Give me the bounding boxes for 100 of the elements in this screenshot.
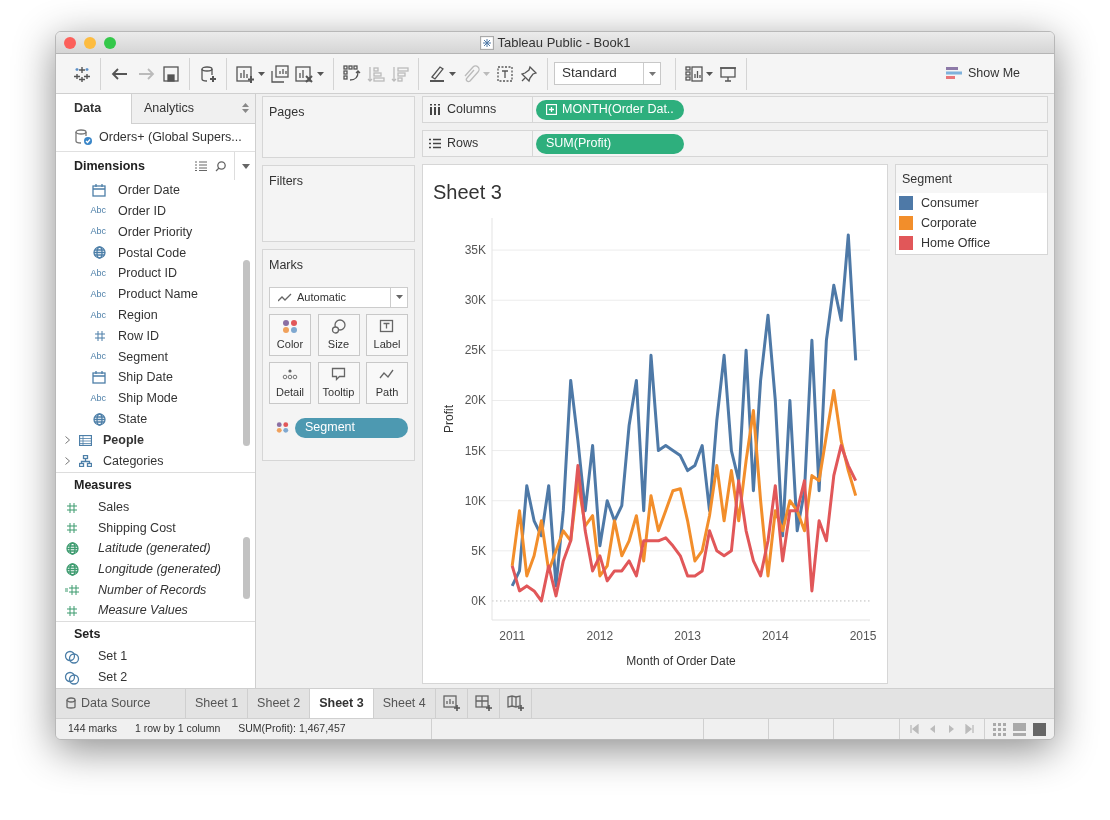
table-icon bbox=[78, 434, 92, 446]
shelf-title: Pages bbox=[269, 105, 305, 119]
detail-button[interactable]: Detail bbox=[269, 361, 311, 404]
scrollbar-thumb[interactable] bbox=[243, 260, 250, 446]
field-name[interactable]: Order ID bbox=[118, 201, 166, 221]
fit-dropdown[interactable]: Standard bbox=[554, 62, 661, 85]
pages-shelf[interactable]: Pages bbox=[262, 96, 415, 158]
caret-icon bbox=[258, 71, 265, 76]
number-sign-icon bbox=[66, 501, 78, 514]
scrollbar-thumb[interactable] bbox=[243, 537, 250, 600]
set-name[interactable]: Set 1 bbox=[98, 647, 128, 667]
field-name[interactable]: Row ID bbox=[118, 326, 159, 346]
section-heading: Sets bbox=[74, 625, 101, 643]
globe-icon bbox=[65, 542, 79, 556]
database-plus-icon bbox=[199, 64, 217, 83]
field-name[interactable]: Sales bbox=[98, 498, 130, 517]
path-button[interactable]: Path bbox=[366, 361, 408, 404]
cards-icon bbox=[685, 64, 703, 83]
field-name[interactable]: Postal Code bbox=[118, 243, 187, 263]
datasource-name[interactable]: Orders+ (Global Supers... bbox=[99, 128, 242, 147]
legend-title: Segment bbox=[902, 170, 953, 188]
field-name[interactable]: Order Priority bbox=[118, 222, 193, 242]
data-type-label: Abc bbox=[90, 225, 106, 239]
field-name[interactable]: Segment bbox=[118, 347, 169, 367]
field-name[interactable]: Number of Records bbox=[98, 580, 207, 600]
duplicate-chart-icon bbox=[271, 64, 289, 83]
field-name[interactable]: Region bbox=[118, 306, 158, 325]
show-me-icon bbox=[945, 66, 962, 81]
expand-box-icon bbox=[546, 104, 557, 115]
axis-tick-label: 2015 bbox=[849, 629, 877, 643]
globe-icon bbox=[65, 562, 79, 576]
caret-icon bbox=[449, 71, 456, 76]
field-name[interactable]: State bbox=[118, 410, 148, 429]
grid-view-icon[interactable] bbox=[993, 722, 1006, 736]
caret-icon bbox=[317, 71, 324, 76]
axis-title: Month of Order Date bbox=[626, 654, 736, 668]
axis-tick-label: 0K bbox=[471, 593, 486, 608]
color-button[interactable]: Color bbox=[269, 313, 311, 356]
field-name[interactable]: Categories bbox=[103, 451, 164, 471]
axis-tick-label: 15K bbox=[464, 443, 486, 458]
field-name[interactable]: Ship Date bbox=[118, 368, 173, 388]
label-button[interactable]: Label bbox=[366, 313, 408, 356]
axis-title: Profit bbox=[442, 405, 456, 433]
show-me-button[interactable]: Show Me bbox=[939, 63, 1026, 84]
field-name[interactable]: Order Date bbox=[118, 181, 180, 200]
axis-tick-label: 2013 bbox=[674, 629, 701, 643]
rows-icon bbox=[429, 138, 441, 149]
paperclip-icon bbox=[462, 64, 480, 83]
axis-tick-label: 20K bbox=[464, 393, 486, 408]
caret-icon bbox=[649, 71, 656, 76]
field-name[interactable]: Ship Mode bbox=[118, 389, 178, 409]
field-name[interactable]: Shipping Cost bbox=[98, 518, 176, 538]
size-circles-icon bbox=[330, 318, 347, 334]
filters-shelf[interactable]: Filters bbox=[262, 165, 415, 242]
axis-tick-label: 35K bbox=[464, 243, 486, 258]
data-type-label: Abc bbox=[90, 266, 106, 280]
new-worksheet-icon bbox=[442, 695, 460, 712]
section-heading: Measures bbox=[74, 476, 132, 494]
shelf-label: Columns bbox=[447, 101, 497, 119]
data-type-label: Abc bbox=[90, 204, 106, 218]
list-view-icon bbox=[195, 161, 207, 172]
set-name[interactable]: Set 2 bbox=[98, 668, 128, 687]
new-dashboard-icon bbox=[474, 695, 492, 712]
data-type-label: Abc bbox=[90, 287, 106, 301]
axis-tick-label: 2014 bbox=[761, 629, 789, 643]
field-name[interactable]: Longitude (generated) bbox=[98, 559, 221, 579]
shelf-title: Marks bbox=[269, 258, 304, 272]
caret-icon bbox=[706, 71, 713, 76]
clear-chart-icon bbox=[295, 64, 314, 83]
sheet-title: Sheet 3 bbox=[432, 180, 503, 205]
field-name[interactable]: Latitude (generated) bbox=[98, 539, 211, 559]
status-text: 144 marks bbox=[67, 721, 118, 737]
axis-tick-label: 30K bbox=[464, 293, 486, 308]
sheet-tab[interactable]: Sheet 3 bbox=[310, 689, 374, 718]
field-name[interactable]: People bbox=[103, 430, 144, 450]
set-icon bbox=[64, 649, 80, 664]
size-button[interactable]: Size bbox=[317, 313, 360, 356]
mark-type-dropdown[interactable]: Automatic bbox=[269, 286, 408, 308]
filmstrip-view-icon[interactable] bbox=[1013, 722, 1026, 736]
color-dots-icon bbox=[282, 318, 298, 334]
field-name[interactable]: Product Name bbox=[118, 285, 198, 304]
columns-icon bbox=[429, 104, 441, 115]
close-button[interactable] bbox=[64, 37, 76, 49]
search-icon bbox=[215, 160, 226, 172]
field-name[interactable]: Product ID bbox=[118, 264, 178, 284]
text-box-icon bbox=[496, 64, 514, 83]
field-name[interactable]: Measure Values bbox=[98, 601, 188, 620]
new-story-icon bbox=[506, 695, 524, 712]
single-view-icon[interactable] bbox=[1033, 722, 1046, 736]
status-text: SUM(Profit): 1,467,457 bbox=[237, 721, 346, 737]
axis-tick-label: 2011 bbox=[499, 629, 526, 643]
legend-label: Corporate bbox=[921, 214, 977, 232]
database-icon bbox=[66, 697, 76, 710]
number-sign-icon bbox=[66, 604, 78, 617]
number-sign-icon bbox=[94, 330, 106, 343]
pane-tab[interactable]: Analytics bbox=[131, 94, 255, 124]
calendar-icon bbox=[92, 183, 106, 197]
window-title: Tableau Public - Book1 bbox=[497, 33, 631, 52]
tooltip-button[interactable]: Tooltip bbox=[317, 361, 360, 404]
presentation-icon bbox=[719, 64, 737, 83]
